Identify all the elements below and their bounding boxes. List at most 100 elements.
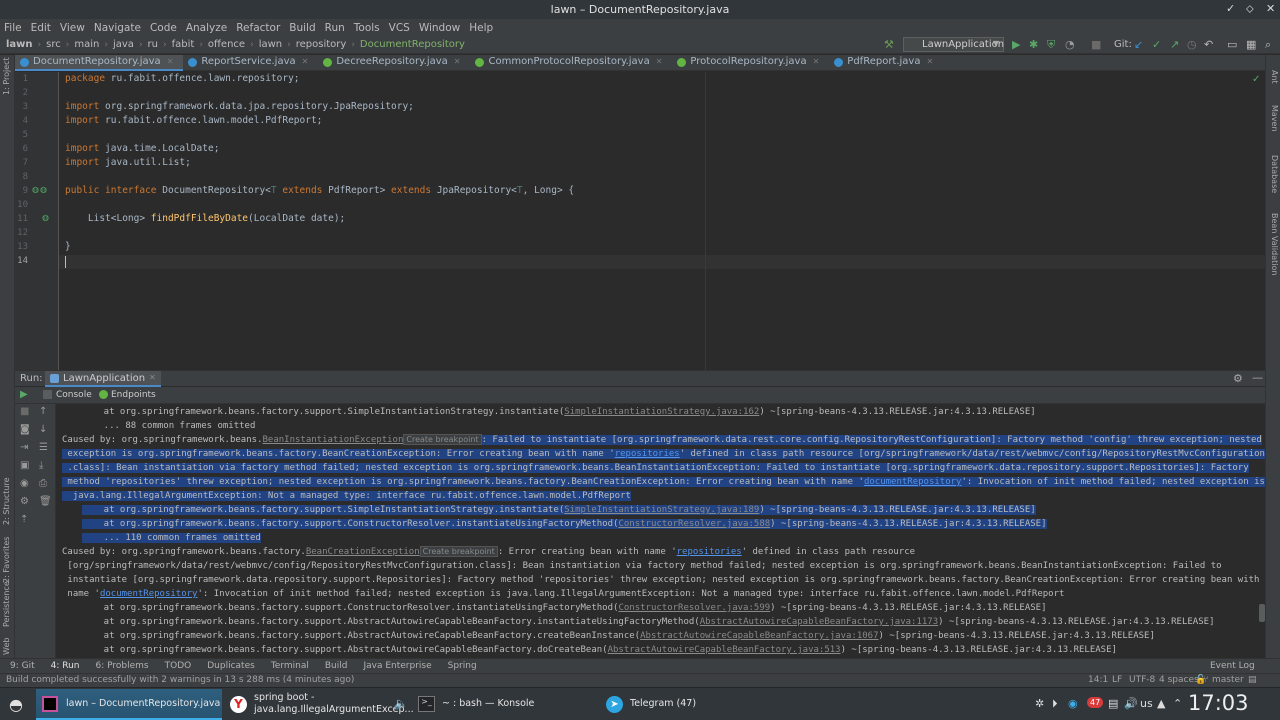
- media-player-icon[interactable]: ⏵: [1052, 697, 1058, 711]
- tray-expand-icon[interactable]: ⌃: [1173, 697, 1182, 710]
- gear-icon[interactable]: ⚙: [1233, 372, 1243, 385]
- structure-tool-button[interactable]: 2: Structure: [2, 477, 11, 525]
- menu-run[interactable]: Run: [325, 22, 345, 34]
- coverage-icon[interactable]: ⛨: [1047, 38, 1055, 52]
- bug-tray-icon[interactable]: ✲: [1035, 697, 1044, 710]
- problems-tool-button[interactable]: 6: Problems: [96, 661, 149, 671]
- scroll-down-icon[interactable]: ↓: [39, 424, 47, 435]
- scroll-to-end-icon[interactable]: ⤓: [39, 460, 43, 471]
- project-structure-icon[interactable]: ▭: [1227, 38, 1237, 52]
- settings-icon[interactable]: ⚙: [20, 496, 29, 507]
- web-tool-button[interactable]: Web: [2, 638, 11, 655]
- close-tab-icon[interactable]: ✕: [813, 57, 820, 66]
- console-scrollbar-thumb[interactable]: [1259, 604, 1265, 622]
- terminal-tool-button[interactable]: Terminal: [271, 661, 309, 671]
- todo-tool-button[interactable]: TODO: [165, 661, 192, 671]
- tab-protocol-repository[interactable]: ProtocolRepository.java ✕: [672, 55, 829, 71]
- close-tab-icon[interactable]: ✕: [454, 57, 461, 66]
- run-icon[interactable]: ▶: [1012, 38, 1020, 52]
- persistence-tool-button[interactable]: Persistence: [2, 581, 11, 627]
- create-breakpoint-button[interactable]: Create breakpoint: [403, 434, 482, 445]
- java-enterprise-tool-button[interactable]: Java Enterprise: [363, 661, 431, 671]
- menu-refactor[interactable]: Refactor: [236, 22, 280, 34]
- project-tool-button[interactable]: 1: Project: [2, 57, 11, 95]
- close-button[interactable]: ✕: [1266, 2, 1275, 15]
- breadcrumb-offence[interactable]: offence: [208, 39, 245, 50]
- tab-report-service[interactable]: ReportService.java ✕: [183, 55, 318, 71]
- maven-tool-button[interactable]: Maven: [1270, 105, 1279, 132]
- breadcrumb-repository[interactable]: repository: [296, 39, 347, 50]
- rollback-icon[interactable]: ↶: [1204, 38, 1213, 52]
- debug-icon[interactable]: ✱: [1029, 38, 1038, 52]
- menu-file[interactable]: File: [4, 22, 22, 34]
- clock[interactable]: 17:03: [1188, 691, 1249, 715]
- menu-build[interactable]: Build: [289, 22, 315, 34]
- git-history-icon[interactable]: ◷: [1187, 38, 1197, 52]
- console-output[interactable]: at org.springframework.beans.factory.sup…: [56, 404, 1265, 658]
- tab-pdf-report[interactable]: PdfReport.java ✕: [829, 55, 943, 71]
- task-konsole[interactable]: >_ ~ : bash — Konsole: [412, 689, 598, 720]
- volume-icon[interactable]: 🔊: [1124, 697, 1138, 710]
- stop-icon[interactable]: ■: [20, 406, 29, 417]
- breadcrumb-lawn[interactable]: lawn: [259, 39, 282, 50]
- profile-icon[interactable]: ◔: [1065, 38, 1075, 52]
- git-commit-icon[interactable]: ✓: [1152, 38, 1161, 52]
- keyboard-layout[interactable]: us: [1140, 697, 1153, 710]
- implemented-marker-icon[interactable]: ◍: [42, 213, 49, 222]
- messaging-icon[interactable]: ◉: [1068, 697, 1078, 710]
- code-editor[interactable]: ✓ package ru.fabit.offence.lawn.reposito…: [59, 72, 1265, 370]
- search-icon[interactable]: ⌕: [1265, 38, 1271, 52]
- restore-layout-icon[interactable]: ▣: [20, 460, 29, 471]
- scroll-up-icon[interactable]: ↑: [39, 406, 47, 417]
- menu-view[interactable]: View: [60, 22, 85, 34]
- menu-help[interactable]: Help: [469, 22, 493, 34]
- menu-navigate[interactable]: Navigate: [94, 22, 141, 34]
- breadcrumb-ru[interactable]: ru: [148, 39, 158, 50]
- create-breakpoint-button[interactable]: Create breakpoint: [419, 546, 498, 557]
- task-telegram[interactable]: ➤ Telegram (47): [600, 689, 786, 720]
- event-log-tool-button[interactable]: Event Log: [1210, 661, 1255, 671]
- bean-marker-icon[interactable]: ◍: [40, 185, 47, 194]
- stop-icon[interactable]: ■: [1091, 38, 1101, 52]
- run-config-tab[interactable]: LawnApplication ✕: [45, 371, 161, 387]
- build-hammer-icon[interactable]: ⚒: [884, 38, 894, 52]
- breadcrumb-java[interactable]: java: [113, 39, 134, 50]
- menu-edit[interactable]: Edit: [31, 22, 51, 34]
- task-browser[interactable]: Y spring boot - java.lang.IllegalArgument…: [224, 689, 414, 720]
- breadcrumb-main[interactable]: main: [74, 39, 99, 50]
- tab-document-repository[interactable]: DocumentRepository.java ✕: [15, 55, 184, 71]
- run-configuration-select[interactable]: LawnApplication ▼: [903, 37, 1004, 52]
- git-update-icon[interactable]: ↙: [1134, 38, 1143, 52]
- clipboard-icon[interactable]: ▤: [1108, 697, 1118, 710]
- dump-threads-icon[interactable]: ◉: [20, 478, 29, 489]
- bean-validation-tool-button[interactable]: Bean Validation: [1270, 213, 1279, 275]
- close-tab-icon[interactable]: ✕: [656, 57, 663, 66]
- close-tab-icon[interactable]: ✕: [149, 373, 156, 382]
- close-tab-icon[interactable]: ✕: [926, 57, 933, 66]
- rerun-icon[interactable]: ▶: [20, 389, 28, 400]
- spring-tool-button[interactable]: Spring: [448, 661, 477, 671]
- network-icon[interactable]: ▲: [1157, 697, 1165, 710]
- app-launcher-icon[interactable]: ◓: [9, 695, 23, 714]
- close-tab-icon[interactable]: ✕: [302, 57, 309, 66]
- breadcrumb-fabit[interactable]: fabit: [172, 39, 195, 50]
- menu-vcs[interactable]: VCS: [389, 22, 410, 34]
- maximize-button[interactable]: ⬦: [1246, 2, 1254, 16]
- print-icon[interactable]: ⎙: [39, 478, 47, 489]
- endpoints-tab[interactable]: Endpoints: [111, 390, 156, 400]
- database-tool-button[interactable]: Database: [1270, 155, 1279, 193]
- tab-decree-repository[interactable]: DecreeRepository.java ✕: [318, 55, 470, 71]
- minimize-panel-icon[interactable]: —: [1252, 371, 1263, 384]
- git-tool-button[interactable]: 9: Git: [10, 661, 35, 671]
- breadcrumb-current-file[interactable]: DocumentRepository: [360, 39, 465, 50]
- minimize-button[interactable]: ✓: [1226, 2, 1235, 15]
- memory-indicator-icon[interactable]: ▤: [1248, 675, 1257, 685]
- indent-setting[interactable]: 4 spaces: [1159, 675, 1199, 685]
- exit-icon[interactable]: ⇥: [20, 442, 28, 453]
- file-encoding[interactable]: UTF-8: [1129, 675, 1155, 685]
- breadcrumb-src[interactable]: src: [46, 39, 61, 50]
- duplicates-tool-button[interactable]: Duplicates: [207, 661, 255, 671]
- build-tool-button[interactable]: Build: [325, 661, 348, 671]
- pin-icon[interactable]: ⇡: [20, 514, 28, 525]
- close-tab-icon[interactable]: ✕: [167, 57, 174, 66]
